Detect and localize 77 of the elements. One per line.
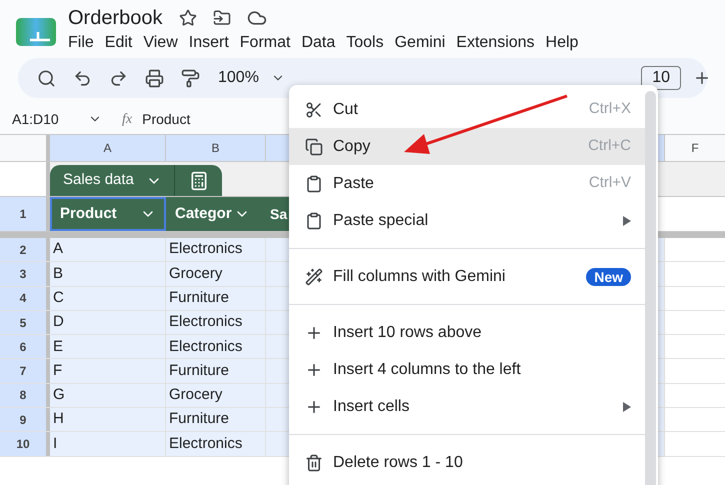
zoom-dropdown[interactable]: 100% <box>218 66 285 90</box>
menu-item[interactable]: Edit <box>99 32 138 54</box>
new-badge: New <box>586 268 631 286</box>
table-cell: D <box>50 310 166 334</box>
table-calculator-button[interactable] <box>175 165 222 196</box>
table-cell: G <box>50 384 166 408</box>
table-header-cell[interactable]: Categor <box>166 197 266 231</box>
table-cell: E <box>50 335 166 358</box>
menu-option-icon <box>305 212 323 230</box>
row-header[interactable]: 10 <box>0 432 50 456</box>
menu-item[interactable]: Gemini <box>389 32 451 54</box>
submenu-arrow-icon <box>623 402 631 412</box>
menu-option[interactable]: Cut Ctrl+X <box>289 91 645 128</box>
column-header[interactable]: B <box>166 135 266 161</box>
menu-option[interactable]: Insert 4 columns to the left <box>289 351 645 388</box>
menu-option[interactable]: Paste special <box>289 202 645 239</box>
menu-item[interactable]: Insert <box>183 32 234 54</box>
row-header[interactable]: 2 <box>0 238 50 262</box>
menu-option[interactable]: Copy Ctrl+C <box>289 128 645 165</box>
table-cell: F <box>50 359 166 383</box>
table-cell: A <box>50 238 166 262</box>
table-cell: Furniture <box>166 359 266 383</box>
table-cell: Electronics <box>166 238 266 262</box>
document-title[interactable]: Orderbook <box>68 6 162 30</box>
menu-item[interactable]: View <box>138 32 184 54</box>
name-box[interactable]: A1:D10 <box>0 108 88 130</box>
row-header[interactable]: 8 <box>0 384 50 408</box>
table-name-chip[interactable]: Sales data <box>50 165 175 196</box>
row-header[interactable]: 6 <box>0 335 50 358</box>
menu-option[interactable]: Paste Ctrl+V <box>289 165 645 202</box>
menu-option[interactable]: Delete rows 1 - 10 <box>289 444 645 481</box>
shortcut-label: Ctrl+C <box>588 136 631 156</box>
shortcut-label: Ctrl+X <box>588 99 631 120</box>
menu-item[interactable]: File <box>68 32 100 54</box>
formula-field[interactable]: Product <box>142 108 190 130</box>
table-cell: Furniture <box>166 408 266 432</box>
column-header[interactable]: F <box>665 135 725 161</box>
column-header[interactable]: A <box>50 135 166 161</box>
table-cell: Electronics <box>166 310 266 334</box>
menu-option[interactable]: Insert cells <box>289 388 645 425</box>
scrollbar[interactable] <box>645 91 656 485</box>
table-cell: Electronics <box>166 432 266 456</box>
menu-option-icon <box>305 100 323 118</box>
increase-font-size-icon[interactable] <box>693 69 711 87</box>
row-header[interactable]: 1 <box>0 197 50 231</box>
menu-item[interactable]: Tools <box>340 32 390 54</box>
menu-item[interactable]: Extensions <box>450 32 540 54</box>
row-header[interactable]: 4 <box>0 286 50 310</box>
table-cell: Grocery <box>166 262 266 286</box>
menu-option[interactable]: Fill columns with Gemini New <box>289 258 645 295</box>
row-header[interactable]: 7 <box>0 359 50 383</box>
submenu-arrow-icon <box>623 216 631 226</box>
row-header[interactable]: 5 <box>0 310 50 334</box>
row-header[interactable]: 9 <box>0 408 50 432</box>
star-icon[interactable] <box>178 9 196 27</box>
table-cell: C <box>50 286 166 310</box>
menu-option-icon <box>305 174 323 192</box>
table-cell: I <box>50 432 166 456</box>
table-cell: B <box>50 262 166 286</box>
table-cell: Electronics <box>166 335 266 358</box>
menu-option-icon <box>305 138 323 156</box>
menu-item[interactable]: Help <box>540 32 584 54</box>
table-cell: Furniture <box>166 286 266 310</box>
menu-item[interactable]: Data <box>296 32 341 54</box>
fx-icon: fx <box>122 108 132 130</box>
row-header[interactable]: 3 <box>0 262 50 286</box>
menu-option-icon <box>305 268 323 286</box>
menu-option-icon <box>305 454 323 472</box>
shortcut-label: Ctrl+V <box>588 173 631 194</box>
calculator-icon <box>188 170 208 190</box>
move-folder-icon[interactable] <box>212 9 230 27</box>
spreadsheet-logo-icon <box>16 18 56 46</box>
table-cell: H <box>50 408 166 432</box>
table-header-cell[interactable]: Product <box>50 197 166 231</box>
table-cell: Grocery <box>166 384 266 408</box>
menu-option[interactable]: Insert 10 rows above <box>289 314 645 351</box>
menu-item[interactable]: Format <box>234 32 296 54</box>
